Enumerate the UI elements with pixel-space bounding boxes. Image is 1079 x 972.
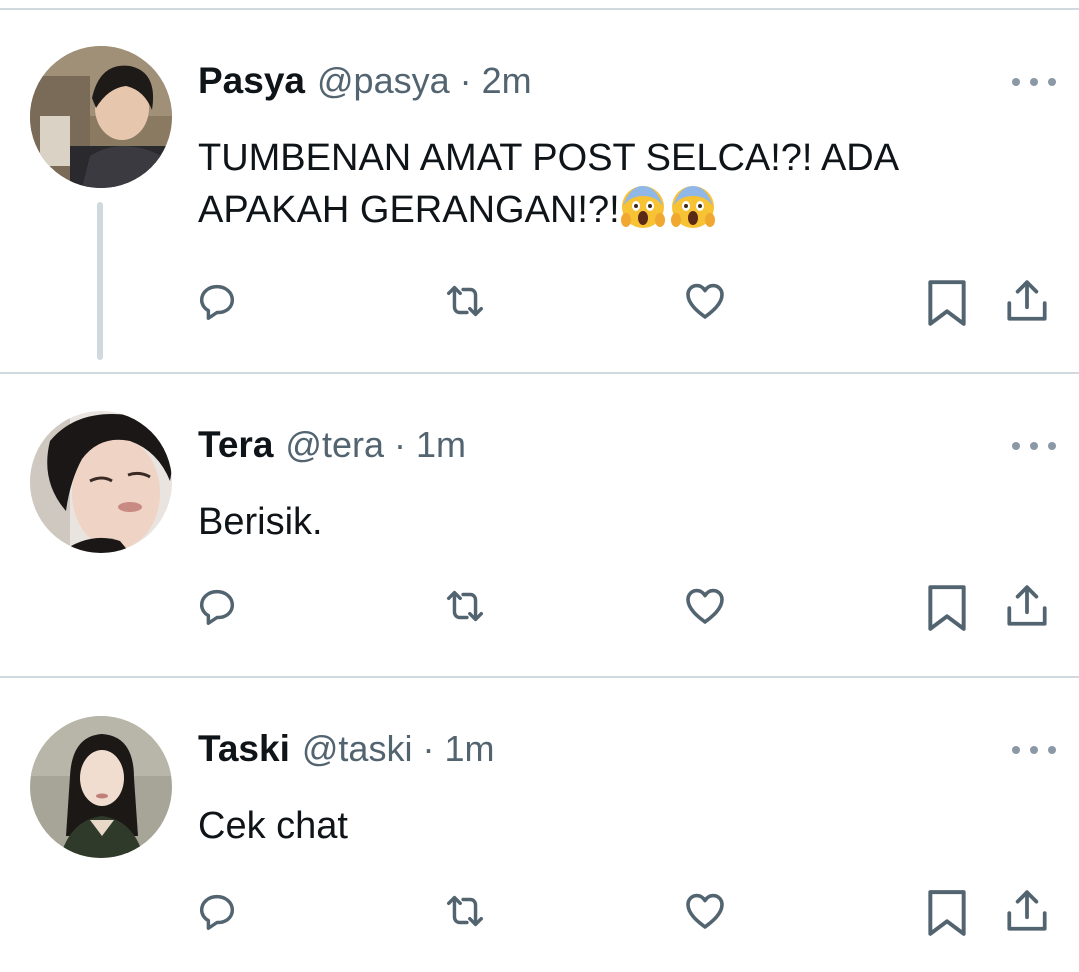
- display-name[interactable]: Tera: [198, 424, 273, 466]
- avatar[interactable]: [30, 716, 172, 858]
- tweet-item[interactable]: Tera @tera · 1m Berisik.: [0, 374, 1079, 676]
- share-button[interactable]: [1000, 274, 1054, 328]
- emoji-group: [620, 184, 716, 244]
- tweet-item[interactable]: Taski @taski · 1m Cek chat: [0, 678, 1079, 972]
- bookmark-icon: [928, 890, 966, 936]
- more-icon: [1012, 78, 1020, 86]
- bookmark-button[interactable]: [920, 886, 974, 940]
- share-button[interactable]: [1000, 884, 1054, 938]
- bookmark-button[interactable]: [920, 276, 974, 330]
- tweet-text: Cek chat: [198, 801, 1018, 852]
- tweet-text: Berisik.: [198, 497, 1018, 548]
- more-options-button[interactable]: [1010, 434, 1058, 458]
- avatar[interactable]: [30, 411, 172, 553]
- tweet-text-content: Cek chat: [198, 805, 348, 847]
- like-icon: [686, 588, 724, 624]
- more-icon: [1048, 442, 1056, 450]
- reply-icon: [199, 894, 235, 930]
- separator-dot: ·: [422, 728, 435, 769]
- timestamp[interactable]: 1m: [416, 424, 466, 466]
- tweet-text-content: TUMBENAN AMAT POST SELCA!?! ADA APAKAH G…: [198, 137, 897, 231]
- username-handle[interactable]: @pasya: [317, 60, 450, 102]
- bookmark-icon: [928, 280, 966, 326]
- more-icon: [1012, 746, 1020, 754]
- retweet-button[interactable]: [438, 884, 492, 938]
- reply-icon: [199, 589, 235, 625]
- reply-button[interactable]: [190, 579, 244, 633]
- reply-button[interactable]: [190, 884, 244, 938]
- more-icon: [1030, 78, 1038, 86]
- username-handle[interactable]: @taski: [302, 728, 413, 770]
- more-icon: [1048, 746, 1056, 754]
- bookmark-button[interactable]: [920, 581, 974, 635]
- more-icon: [1030, 442, 1038, 450]
- more-icon: [1030, 746, 1038, 754]
- more-options-button[interactable]: [1010, 70, 1058, 94]
- tweet-text-content: Berisik.: [198, 501, 323, 543]
- tweet-item[interactable]: Pasya @pasya · 2m TUMBENAN AMAT POST SEL…: [0, 0, 1079, 372]
- like-icon: [686, 283, 724, 319]
- separator-dot: ·: [394, 424, 406, 465]
- avatar[interactable]: [30, 46, 172, 188]
- tweet-text: TUMBENAN AMAT POST SELCA!?! ADA APAKAH G…: [198, 133, 1018, 244]
- more-icon: [1012, 442, 1020, 450]
- username-handle[interactable]: @tera: [285, 424, 384, 466]
- separator-dot: ·: [459, 60, 472, 101]
- retweet-button[interactable]: [438, 579, 492, 633]
- tweet-header: Tera @tera · 1m: [198, 424, 466, 474]
- display-name[interactable]: Taski: [198, 728, 290, 770]
- bookmark-icon: [928, 585, 966, 631]
- face-screaming-in-fear-emoji: [620, 186, 665, 228]
- share-icon: [1007, 585, 1047, 626]
- face-screaming-in-fear-emoji: [670, 186, 715, 228]
- like-button[interactable]: [678, 884, 732, 938]
- tweet-header: Pasya @pasya · 2m: [198, 60, 532, 110]
- retweet-icon: [446, 895, 484, 927]
- timestamp[interactable]: 2m: [482, 60, 532, 102]
- like-icon: [686, 893, 724, 929]
- timestamp[interactable]: 1m: [444, 728, 494, 770]
- more-options-button[interactable]: [1010, 738, 1058, 762]
- more-icon: [1048, 78, 1056, 86]
- retweet-icon: [446, 590, 484, 622]
- like-button[interactable]: [678, 274, 732, 328]
- share-icon: [1007, 280, 1047, 321]
- share-icon: [1007, 890, 1047, 931]
- tweet-header: Taski @taski · 1m: [198, 728, 494, 778]
- retweet-button[interactable]: [438, 274, 492, 328]
- like-button[interactable]: [678, 579, 732, 633]
- retweet-icon: [446, 285, 484, 317]
- reply-button[interactable]: [190, 274, 244, 328]
- thread-connector-line: [97, 202, 103, 360]
- reply-icon: [199, 284, 235, 320]
- share-button[interactable]: [1000, 579, 1054, 633]
- display-name[interactable]: Pasya: [198, 60, 305, 102]
